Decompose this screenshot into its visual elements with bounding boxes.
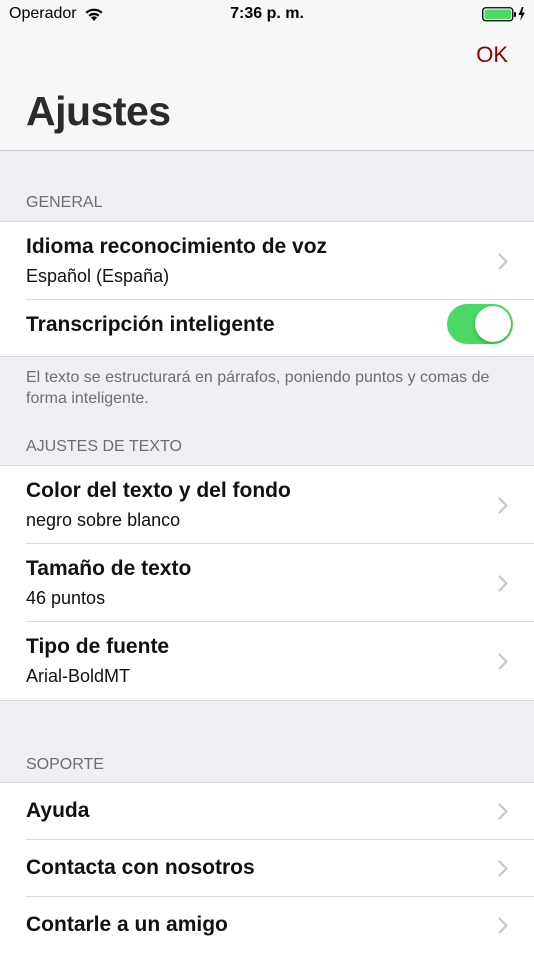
language-row[interactable]: Idioma reconocimiento de voz Español (Es… — [0, 222, 534, 300]
general-group: Idioma reconocimiento de voz Español (Es… — [0, 221, 534, 357]
font-type-title: Tipo de fuente — [26, 635, 170, 658]
text-size-title: Tamaño de texto — [26, 557, 192, 580]
chevron-right-icon — [498, 253, 508, 270]
page-title: Ajustes — [26, 88, 171, 134]
smart-transcription-toggle[interactable] — [447, 304, 513, 344]
contact-title: Contacta con nosotros — [26, 856, 255, 879]
battery-icon — [482, 7, 525, 22]
share-title: Contarle a un amigo — [26, 913, 228, 936]
text-color-title: Color del texto y del fondo — [26, 479, 291, 502]
smart-transcription-footer: El texto se estructurará en párrafos, po… — [26, 369, 490, 407]
support-group: Ayuda Contacta con nosotros Contarle a u… — [0, 782, 534, 963]
text-color-value: negro sobre blanco — [26, 510, 181, 530]
charging-bolt-icon — [518, 7, 525, 21]
text-color-row[interactable]: Color del texto y del fondo negro sobre … — [0, 466, 534, 544]
smart-transcription-title: Transcripción inteligente — [26, 313, 275, 336]
section-header-support: SOPORTE — [26, 756, 104, 773]
help-title: Ayuda — [26, 799, 90, 822]
font-type-value: Arial-BoldMT — [26, 666, 131, 686]
help-row[interactable]: Ayuda — [0, 783, 534, 840]
language-title: Idioma reconocimiento de voz — [26, 235, 328, 258]
chevron-right-icon — [498, 803, 508, 820]
chevron-right-icon — [498, 917, 508, 934]
ok-button[interactable]: OK — [476, 42, 508, 68]
text-settings-group: Color del texto y del fondo negro sobre … — [0, 465, 534, 701]
share-row[interactable]: Contarle a un amigo — [0, 897, 534, 954]
toggle-knob — [475, 306, 511, 342]
status-bar: Operador 7:36 p. m. — [0, 0, 534, 30]
contact-row[interactable]: Contacta con nosotros — [0, 840, 534, 897]
language-value: Español (España) — [26, 266, 170, 286]
section-header-general: GENERAL — [26, 194, 103, 211]
clock: 7:36 p. m. — [230, 5, 304, 22]
chevron-right-icon — [498, 497, 508, 514]
smart-transcription-row: Transcripción inteligente — [0, 300, 534, 356]
text-size-value: 46 puntos — [26, 588, 106, 608]
section-header-text: AJUSTES DE TEXTO — [26, 438, 182, 455]
chevron-right-icon — [498, 575, 508, 592]
navigation-bar: OK Ajustes — [0, 30, 534, 151]
text-size-row[interactable]: Tamaño de texto 46 puntos — [0, 544, 534, 622]
chevron-right-icon — [498, 653, 508, 670]
font-type-row[interactable]: Tipo de fuente Arial-BoldMT — [0, 622, 534, 700]
chevron-right-icon — [498, 860, 508, 877]
